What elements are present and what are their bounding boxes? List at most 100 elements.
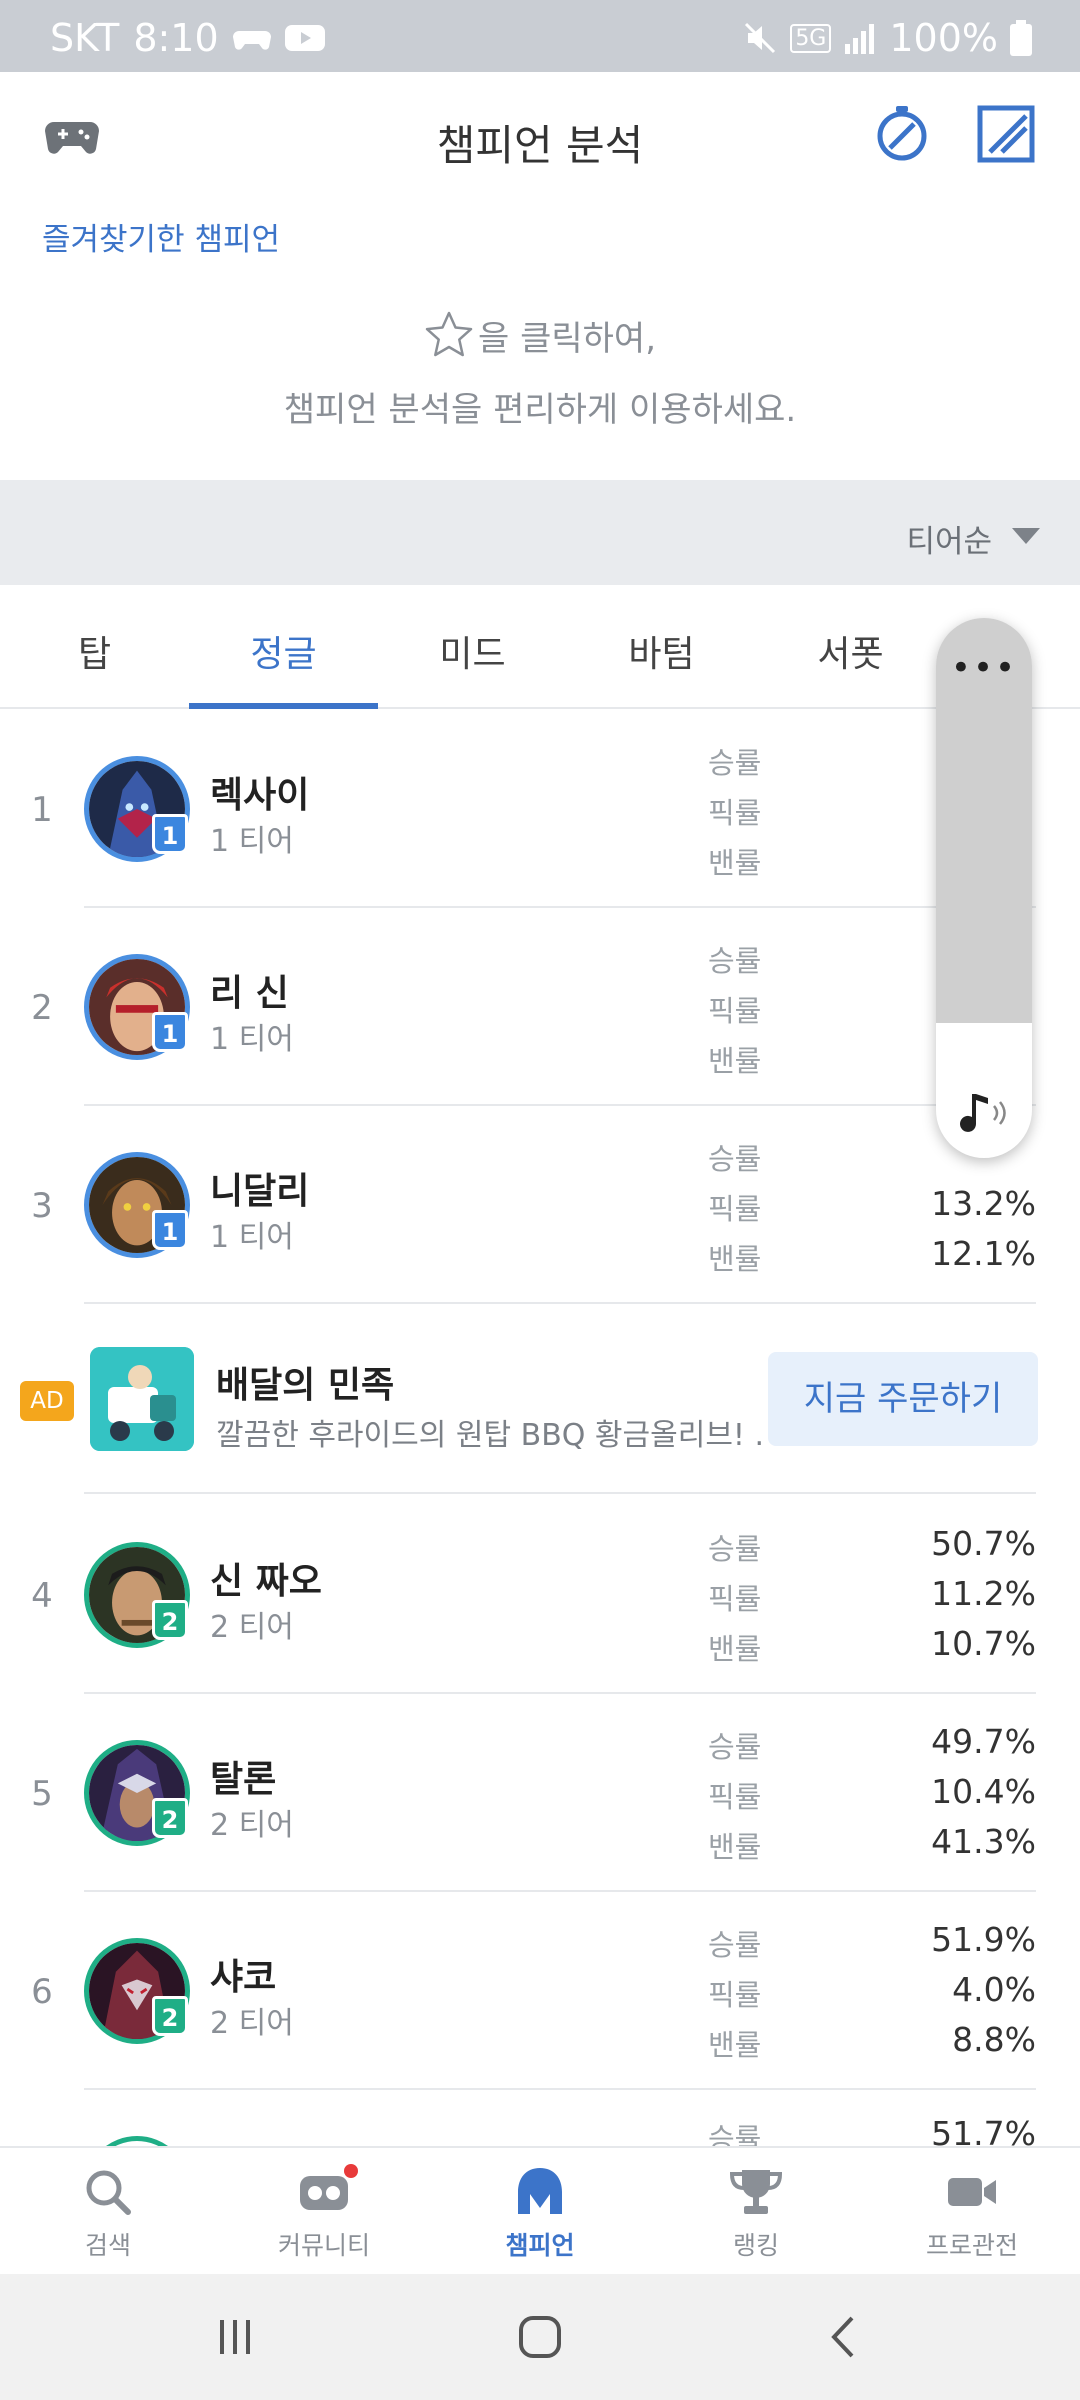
ban-rate-label: 밴률 xyxy=(708,2028,762,2062)
rank-number: 1 xyxy=(31,790,53,830)
pick-rate-label: 픽률 xyxy=(708,1780,762,1814)
app-header: 챔피언 분석 xyxy=(0,72,1080,202)
tier-badge: 1 xyxy=(152,814,188,854)
ban-rate-value: 12.1% xyxy=(931,1234,1036,1273)
nav-champion-label: 챔피언 xyxy=(505,2231,575,2260)
ban-rate-label: 밴률 xyxy=(708,1242,762,1276)
champion-tier: 1 티어 xyxy=(210,824,294,859)
music-volume-icon[interactable] xyxy=(954,1088,1014,1138)
volume-panel[interactable]: ••• xyxy=(936,618,1032,1158)
rank-number: 3 xyxy=(31,1186,53,1226)
pick-rate-label: 픽률 xyxy=(708,1192,762,1226)
ad-logo xyxy=(90,1347,194,1451)
favorites-title: 즐겨찾기한 챔피언 xyxy=(42,222,281,258)
tab-jungle[interactable]: 정글 xyxy=(189,625,378,677)
video-camera-icon xyxy=(948,2178,996,2206)
more-options-button[interactable]: ••• xyxy=(936,648,1032,688)
win-rate-label: 승률 xyxy=(708,2122,762,2146)
pick-rate-label: 픽률 xyxy=(708,1978,762,2012)
battery-icon xyxy=(1010,20,1032,56)
active-tab-indicator xyxy=(189,703,378,709)
game-controller-status-icon xyxy=(232,31,271,50)
notification-dot xyxy=(344,2164,358,2178)
nav-ranking[interactable]: 랭킹 xyxy=(648,2164,864,2262)
champion-row[interactable]: 승률 51.7% xyxy=(0,2090,1080,2146)
back-icon[interactable] xyxy=(820,2312,870,2362)
win-rate-value: 50.7% xyxy=(931,1524,1036,1563)
champion-name: 신 짜오 xyxy=(210,1561,322,1602)
win-rate-label: 승률 xyxy=(708,1142,762,1176)
bottom-navigation: 검색 커뮤니티 챔피언 랭킹 프로관전 xyxy=(0,2146,1080,2274)
status-bar: SKT 8:10 5G 100% xyxy=(0,0,1080,72)
win-rate-label: 승률 xyxy=(708,1730,762,1764)
pick-rate-value: 11.2% xyxy=(931,1574,1036,1613)
nav-search[interactable]: 검색 xyxy=(0,2164,216,2262)
timer-icon[interactable] xyxy=(872,104,932,164)
tier-badge: 2 xyxy=(152,1798,188,1838)
win-rate-label: 승률 xyxy=(708,1928,762,1962)
champion-tier: 1 티어 xyxy=(210,1022,294,1057)
tab-top[interactable]: 탑 xyxy=(0,625,189,677)
pick-rate-label: 픽률 xyxy=(708,1582,762,1616)
tab-mid[interactable]: 미드 xyxy=(378,625,567,677)
champion-icon xyxy=(518,2168,562,2214)
youtube-status-icon xyxy=(284,25,325,51)
nav-community[interactable]: 커뮤니티 xyxy=(216,2164,432,2262)
tier-badge: 1 xyxy=(152,1210,188,1250)
win-rate-value: 51.7% xyxy=(931,2114,1036,2146)
home-icon[interactable] xyxy=(515,2312,565,2362)
nav-ranking-label: 랭킹 xyxy=(732,2231,779,2260)
champion-row[interactable]: 3 1 니달리 1 티어 승률 픽률 밴률 13.2% 12.1% xyxy=(0,1106,1080,1304)
champion-tier: 1 티어 xyxy=(210,1220,294,1255)
tier-badge: 2 xyxy=(152,1600,188,1640)
signal-icon xyxy=(845,24,875,54)
caret-down-icon[interactable] xyxy=(1012,528,1040,544)
ad-badge: AD xyxy=(20,1381,74,1421)
order-now-button[interactable]: 지금 주문하기 xyxy=(768,1352,1038,1446)
nav-community-label: 커뮤니티 xyxy=(277,2231,370,2260)
rank-number: 6 xyxy=(31,1972,53,2012)
rank-number: 4 xyxy=(31,1576,53,1616)
champion-row[interactable]: 4 2 신 짜오 2 티어 승률 픽률 밴률 50.7% 11.2% 10.7% xyxy=(0,1496,1080,1694)
champion-tier: 2 티어 xyxy=(210,2006,294,2041)
trophy-icon xyxy=(729,2170,783,2214)
champion-tier: 2 티어 xyxy=(210,1610,294,1645)
tab-support[interactable]: 서폿 xyxy=(756,625,945,677)
row-divider xyxy=(84,1302,1036,1304)
clock: 8:10 xyxy=(133,16,219,60)
ban-rate-value: 41.3% xyxy=(931,1822,1036,1861)
ban-rate-value: 10.7% xyxy=(931,1624,1036,1663)
champion-name: 샤코 xyxy=(210,1957,277,1998)
nav-search-label: 검색 xyxy=(84,2231,131,2260)
champion-row[interactable]: 2 1 리 신 1 티어 승률 픽률 밴률 xyxy=(0,908,1080,1106)
champion-row[interactable]: 1 1 렉사이 1 티어 승률 픽률 밴률 xyxy=(0,710,1080,908)
tab-bottom[interactable]: 바텀 xyxy=(567,625,756,677)
rank-number: 2 xyxy=(31,988,53,1028)
champion-row[interactable]: 6 2 샤코 2 티어 승률 픽률 밴률 51.9% 4.0% 8.8% xyxy=(0,1892,1080,2090)
mute-icon xyxy=(745,22,776,54)
sort-dropdown[interactable]: 티어순 xyxy=(906,516,992,561)
nav-pro-match[interactable]: 프로관전 xyxy=(864,2164,1080,2262)
ban-rate-value: 8.8% xyxy=(952,2020,1036,2059)
champion-portrait xyxy=(84,2136,190,2146)
recent-apps-icon[interactable] xyxy=(210,2312,260,2362)
win-rate-label: 승률 xyxy=(708,944,762,978)
system-navigation-bar xyxy=(0,2274,1080,2400)
search-icon xyxy=(86,2170,131,2215)
position-tabs: 탑 정글 미드 바텀 서폿 xyxy=(0,585,1080,709)
pick-rate-label: 픽률 xyxy=(708,796,762,830)
tier-badge: 2 xyxy=(152,1996,188,2036)
win-rate-label: 승률 xyxy=(708,1532,762,1566)
champion-name: 탈론 xyxy=(210,1759,277,1800)
nav-champion[interactable]: 챔피언 xyxy=(432,2164,648,2262)
champion-name: 렉사이 xyxy=(210,775,310,816)
win-rate-value: 49.7% xyxy=(931,1722,1036,1761)
network-type: 5G xyxy=(790,23,832,53)
ban-rate-label: 밴률 xyxy=(708,1632,762,1666)
edit-icon[interactable] xyxy=(976,102,1036,164)
favorites-hint-line2: 챔피언 분석을 편리하게 이용하세요. xyxy=(283,390,797,430)
champion-row[interactable]: 5 2 탈론 2 티어 승률 픽률 밴률 49.7% 10.4% 41.3% xyxy=(0,1694,1080,1892)
ban-rate-label: 밴률 xyxy=(708,846,762,880)
delivery-scooter-icon xyxy=(90,1347,194,1451)
ad-description: 깔끔한 후라이드의 원탑 BBQ 황금올리브! ... xyxy=(216,1418,766,1453)
